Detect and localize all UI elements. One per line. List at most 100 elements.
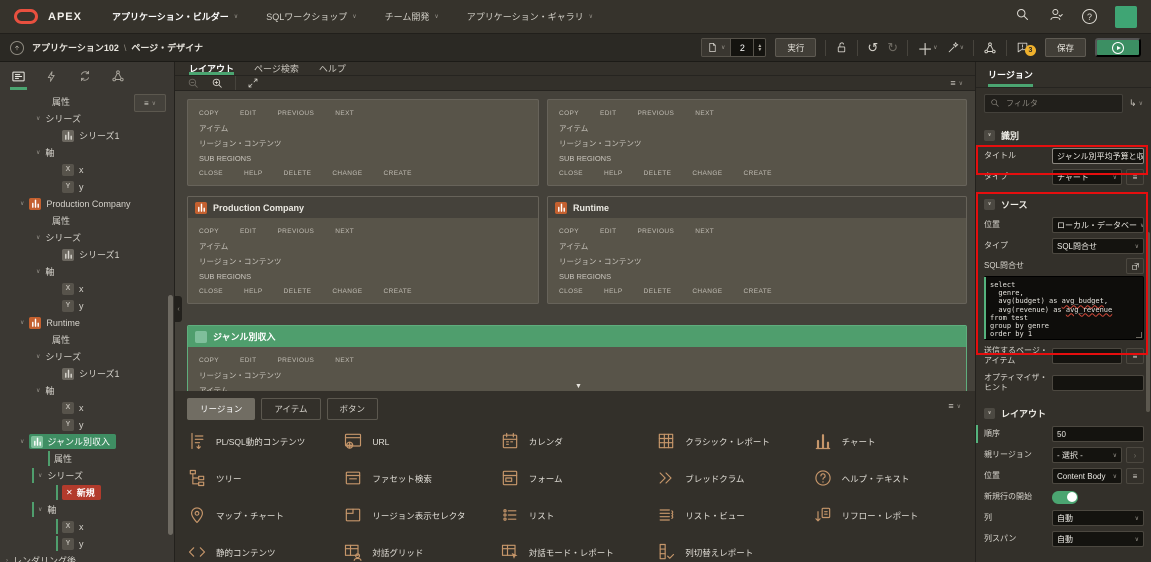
region-action[interactable]: NEXT [695,110,714,117]
region-action[interactable]: CHANGE [692,170,722,177]
region-action[interactable]: NEXT [335,228,354,235]
region-slot[interactable]: アイテム [559,121,955,136]
zoom-in-icon[interactable] [211,77,224,90]
tree-item[interactable]: Yy [0,416,167,433]
parent-region-select[interactable]: - 選択 - ∨ [1052,447,1122,463]
goto-group-button[interactable]: ↳ ∨ [1129,98,1143,109]
gallery-item-plsql[interactable]: PL/SQL動的コンテンツ [187,431,337,453]
tree-item[interactable]: Yy [0,178,167,195]
tree-menu-button[interactable]: ≡ ∨ [134,94,166,112]
tree-scrollbar[interactable] [168,295,173,535]
layout-region[interactable]: COPY EDIT PREVIOUS NEXT アイテム リージョン・コンテンツ SUB R… [547,99,967,186]
layout-region[interactable]: Runtime COPY EDIT PREVIOUS NEXT アイテム リージョン・コンテ… [547,196,967,304]
region-action[interactable]: PREVIOUS [637,110,674,117]
filter-input[interactable] [1004,97,1074,109]
up-level-icon[interactable] [10,40,24,55]
page-items-list-button[interactable]: ≡ [1126,348,1144,364]
gallery-item-chart[interactable]: チャート [813,431,963,453]
tab-rendering-icon[interactable] [2,62,35,90]
region-action[interactable]: HELP [244,170,263,177]
gallery-item-map[interactable]: マップ・チャート [187,505,337,527]
section-layout[interactable]: ∨ レイアウト [976,402,1151,424]
gallery-item-gridperson[interactable]: 対話グリッド [343,542,493,562]
tree-item[interactable]: 属性 [0,450,167,467]
region-action[interactable]: COPY [559,228,579,235]
tree-item[interactable]: ∨ 軸 [0,501,167,518]
apex-logo-icon[interactable] [14,9,38,24]
gallery-item-list[interactable]: リスト [500,505,650,527]
layout-tab-2[interactable]: ヘルプ [319,62,346,75]
menu-item-2[interactable]: チーム開発 ∨ [385,10,439,23]
utilities-menu-button[interactable]: ∨ [947,41,964,54]
tree-item[interactable]: 属性 [0,331,167,348]
tree-item[interactable]: ∨ シリーズ [0,348,167,365]
layout-region[interactable]: COPY EDIT PREVIOUS NEXT アイテム リージョン・コンテンツ SUB R… [187,99,539,186]
region-action[interactable]: CLOSE [199,170,223,177]
tree-item[interactable]: ∨ シリーズ [0,467,167,484]
expand-icon[interactable] [247,77,259,89]
region-slot[interactable]: アイテム [199,239,527,254]
region-action[interactable]: EDIT [600,110,616,117]
region-action[interactable]: CREATE [744,288,772,295]
menu-item-1[interactable]: SQLワークショップ ∨ [266,10,356,23]
region-action[interactable]: DELETE [284,170,312,177]
region-slot[interactable]: SUB REGIONS [559,269,955,284]
page-number-input[interactable]: 2 [730,39,755,56]
run-page-button[interactable]: 実行 [775,38,817,57]
tree-item[interactable]: シリーズ1 [0,246,167,263]
colspan-select[interactable]: 自動 ∨ [1052,531,1144,547]
tab-processing-icon[interactable] [68,62,101,90]
sql-popout-button[interactable] [1126,258,1144,274]
layout-tab-0[interactable]: レイアウト [189,62,235,75]
region-action[interactable]: CREATE [744,170,772,177]
source-type-select[interactable]: SQL問合せ ∨ [1052,238,1144,254]
region-action[interactable]: NEXT [695,228,714,235]
gallery-item-url[interactable]: URL [343,431,493,453]
tree-item[interactable]: Xx [0,399,167,416]
optimizer-input[interactable] [1052,375,1144,391]
tab-region[interactable]: リージョン [988,62,1033,87]
gallery-tab-1[interactable]: アイテム [261,398,321,420]
region-action[interactable]: PREVIOUS [637,228,674,235]
region-slot[interactable]: リージョン・コンテンツ [199,254,527,269]
tree-item[interactable]: ✕ 新規 [0,484,167,501]
account-icon[interactable] [1048,7,1064,27]
region-action[interactable]: CHANGE [692,288,722,295]
layout-tab-1[interactable]: ページ検索 [254,62,299,75]
gallery-item-tree[interactable]: ツリー [187,468,337,490]
region-action[interactable]: EDIT [240,228,256,235]
undo-icon[interactable]: ↺ [867,41,878,54]
region-slot[interactable]: SUB REGIONS [199,151,527,166]
gallery-tab-0[interactable]: リージョン [187,398,256,420]
page-finder-button[interactable]: ∨ [701,39,731,56]
gallery-item-coltoggle[interactable]: 列切替えレポート [656,542,806,562]
gallery-item-help[interactable]: ヘルプ・テキスト [813,468,963,490]
region-action[interactable]: CHANGE [332,288,362,295]
region-action[interactable]: CLOSE [199,288,223,295]
region-action[interactable]: HELP [604,288,623,295]
region-action[interactable]: EDIT [600,228,616,235]
breadcrumb-app[interactable]: アプリケーション102 [32,43,119,53]
tree-item[interactable]: Xx [0,518,167,535]
tree-item[interactable]: ∨ 軸 [0,382,167,399]
region-action[interactable]: CREATE [384,170,412,177]
region-slot[interactable]: リージョン・コンテンツ [199,368,955,383]
tab-dynamic-actions-icon[interactable] [35,62,68,90]
location-select[interactable]: ローカル・データベー ∨ [1052,217,1144,233]
region-action[interactable]: CREATE [384,288,412,295]
type-list-button[interactable]: ≡ [1126,169,1144,185]
region-action[interactable]: COPY [199,110,219,117]
tree-item[interactable]: ∨ シリーズ [0,110,167,127]
layout-menu-button[interactable]: ≡ ∨ [950,78,963,88]
region-action[interactable]: PREVIOUS [277,228,314,235]
region-action[interactable]: DELETE [644,170,672,177]
tree-item[interactable]: ∨ Production Company [0,195,167,212]
gallery-item-reflow[interactable]: リフロー・レポート [813,505,963,527]
region-slot[interactable]: SUB REGIONS [559,151,955,166]
gallery-item-breadcrumb[interactable]: ブレッドクラム [656,468,806,490]
region-action[interactable]: NEXT [335,110,354,117]
region-action[interactable]: CLOSE [559,288,583,295]
tree-item[interactable]: Yy [0,297,167,314]
lock-icon[interactable] [835,41,848,54]
gallery-menu-button[interactable]: ≡ ∨ [948,401,961,411]
